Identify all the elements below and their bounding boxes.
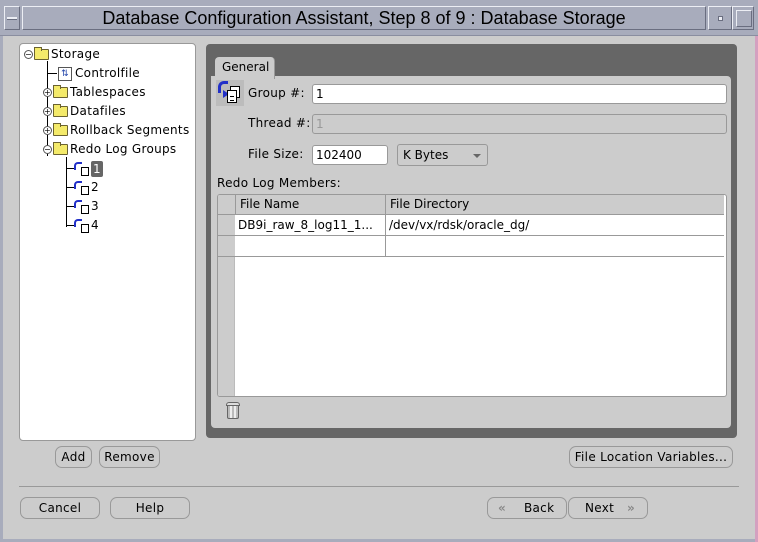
tree-item-label: 4 [91, 218, 99, 232]
file-size-unit-value: K Bytes [403, 148, 449, 162]
tree-connector [47, 73, 57, 74]
tree-item-label: Tablespaces [70, 85, 146, 99]
group-number-input[interactable]: 1 [312, 84, 727, 104]
cell-file-name[interactable]: DB9i_raw_8_log11_1... [235, 215, 385, 235]
tree-connector [66, 168, 74, 169]
tree-item-label: 1 [91, 160, 103, 177]
tree-item-label: Datafiles [70, 104, 126, 118]
table-header: File Name File Directory [218, 195, 724, 215]
folder-icon [34, 47, 49, 60]
redo-log-group-icon [74, 180, 90, 195]
title-bar[interactable]: Database Configuration Assistant, Step 8… [0, 0, 758, 36]
tree-item-redo-group-4[interactable]: 4 [74, 216, 99, 235]
tree-item-storage[interactable]: − Storage [24, 45, 100, 64]
tree-item-label: 2 [91, 180, 99, 194]
file-location-variables-button[interactable]: File Location Variables... [569, 446, 733, 468]
back-label: Back [524, 501, 555, 515]
file-size-unit-select[interactable]: K Bytes [397, 144, 488, 166]
window-menu-button[interactable] [4, 6, 20, 30]
next-label: Next [585, 501, 615, 515]
remove-button[interactable]: Remove [99, 446, 160, 468]
add-button[interactable]: Add [55, 446, 92, 468]
cell-file-directory[interactable] [385, 236, 724, 256]
tree-item-label: 3 [91, 199, 99, 213]
tree-connector [66, 206, 74, 207]
folder-icon [53, 85, 68, 98]
file-size-input[interactable]: 102400 [312, 145, 388, 165]
tree-item-redo-log-groups[interactable]: − Redo Log Groups [43, 140, 177, 159]
redo-log-members-table[interactable]: File Name File Directory DB9i_raw_8_log1… [217, 194, 727, 397]
expand-icon[interactable]: + [43, 88, 52, 97]
tree-item-label: Rollback Segments [70, 123, 190, 137]
folder-icon [53, 142, 68, 155]
tree-connector [66, 187, 74, 188]
chevron-right-icon: » [627, 501, 636, 515]
tree-item-redo-group-3[interactable]: 3 [74, 197, 99, 216]
cell-file-directory[interactable]: /dev/vx/rdsk/oracle_dg/ [385, 215, 724, 235]
tree-item-controlfile[interactable]: ⇅ Controlfile [58, 64, 140, 83]
tree-item-redo-group-1[interactable]: 1 [74, 159, 103, 178]
redo-log-group-icon [216, 80, 244, 106]
redo-log-group-icon [74, 199, 90, 214]
tree-item-rollback-segments[interactable]: + Rollback Segments [43, 121, 190, 140]
redo-log-group-icon [74, 161, 90, 176]
cancel-button[interactable]: Cancel [20, 497, 100, 519]
storage-tree[interactable]: − Storage ⇅ Controlfile + Tablespaces + … [19, 43, 196, 441]
table-row[interactable] [235, 236, 724, 257]
folder-icon [53, 123, 68, 136]
tree-item-label: Redo Log Groups [70, 142, 177, 156]
folder-icon [53, 104, 68, 117]
thread-number-input: 1 [312, 114, 727, 134]
tab-general[interactable]: General [215, 57, 275, 79]
row-header[interactable] [218, 215, 235, 236]
file-size-label: File Size: [248, 147, 304, 161]
chevron-down-icon [473, 154, 481, 158]
group-number-label: Group #: [248, 86, 305, 100]
minimize-button[interactable] [708, 6, 732, 30]
next-button[interactable]: Next » [568, 497, 648, 519]
column-header-file-directory[interactable]: File Directory [385, 195, 724, 215]
tab-label: General [222, 60, 270, 74]
footer-separator [19, 486, 739, 487]
help-button[interactable]: Help [110, 497, 190, 519]
expand-icon[interactable]: + [43, 126, 52, 135]
redo-log-members-label: Redo Log Members: [217, 176, 341, 190]
tree-item-redo-group-2[interactable]: 2 [74, 178, 99, 197]
cell-file-name[interactable] [235, 236, 385, 256]
window-title: Database Configuration Assistant, Step 8… [22, 6, 706, 30]
back-button[interactable]: « Back [487, 497, 567, 519]
row-header[interactable] [218, 236, 235, 257]
thread-number-label: Thread #: [248, 116, 311, 130]
tree-item-datafiles[interactable]: + Datafiles [43, 102, 126, 121]
chevron-left-icon: « [498, 501, 507, 515]
tree-item-label: Controlfile [75, 66, 140, 80]
tree-item-tablespaces[interactable]: + Tablespaces [43, 83, 146, 102]
column-header-file-name[interactable]: File Name [235, 195, 385, 215]
controlfile-icon: ⇅ [58, 66, 72, 81]
tree-connector [66, 225, 74, 226]
trash-icon[interactable] [226, 402, 240, 419]
maximize-button[interactable] [732, 6, 754, 30]
collapse-icon[interactable]: − [24, 50, 33, 59]
redo-log-group-icon [74, 218, 90, 233]
collapse-icon[interactable]: − [43, 145, 52, 154]
table-row[interactable]: DB9i_raw_8_log11_1... /dev/vx/rdsk/oracl… [235, 215, 724, 236]
tree-item-label: Storage [51, 47, 101, 61]
expand-icon[interactable]: + [43, 107, 52, 116]
